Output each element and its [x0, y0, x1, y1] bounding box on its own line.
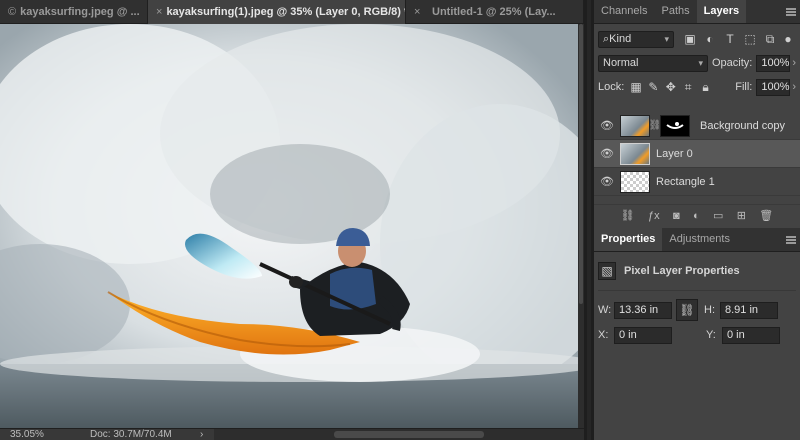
layer-name: Rectangle 1 — [656, 175, 715, 188]
chevron-down-icon: ▾ — [664, 33, 669, 44]
layer-filter-kind[interactable]: ⌕Kind ▾ — [598, 30, 674, 48]
layer-mask-thumbnail[interactable] — [660, 114, 690, 137]
filter-smart-object-icon[interactable]: ⧉ — [762, 31, 778, 47]
chevron-down-icon: ▾ — [698, 57, 703, 68]
position-row: X: 0 in Y: 0 in — [594, 323, 800, 347]
tab-layers[interactable]: Layers — [696, 0, 747, 23]
right-panel-dock: Channels Paths Layers ⌕Kind ▾ ▣ ◐ T ⬚ ⧉ … — [594, 0, 800, 440]
doc-tab-kayaksurfing[interactable]: © kayaksurfing.jpeg @ ... — [0, 0, 148, 24]
layer-row-rectangle-1[interactable]: 👁︎ Rectangle 1 — [594, 168, 800, 196]
copyright-icon: © — [8, 6, 17, 18]
width-field[interactable]: 13.36 in — [614, 301, 672, 319]
opacity-chevron-icon[interactable]: › — [792, 57, 796, 69]
new-layer-icon[interactable]: ⊞ — [737, 209, 746, 222]
fill-field[interactable]: 100% — [756, 78, 791, 96]
layers-list: 👁︎ ⛓ Background copy 👁︎ Layer 0 👁︎ Recta… — [594, 112, 800, 196]
mask-shape — [666, 121, 684, 129]
panel-menu-icon[interactable] — [786, 236, 796, 244]
add-mask-icon[interactable]: ◙ — [673, 210, 680, 222]
document-tab-bar: © kayaksurfing.jpeg @ ... × kayaksurfing… — [0, 0, 584, 24]
filter-pixel-icon[interactable]: ▣ — [682, 31, 698, 47]
panel-divider[interactable] — [584, 0, 594, 440]
size-row: W: 13.36 in ⛓ H: 8.91 in — [594, 297, 800, 323]
trash-icon[interactable]: 🗑︎ — [759, 209, 773, 222]
lock-position-icon[interactable]: ✥ — [663, 79, 678, 95]
tab-adjustments[interactable]: Adjustments — [662, 227, 737, 251]
visibility-eye-icon[interactable]: 👁︎ — [594, 119, 620, 132]
fill-label: Fill: — [735, 81, 753, 93]
close-icon[interactable]: × — [414, 6, 428, 18]
lock-all-icon[interactable]: 🔒︎ — [698, 79, 713, 95]
lock-transparent-icon[interactable]: ▦ — [628, 79, 643, 95]
filter-type-icon[interactable]: T — [722, 31, 738, 47]
x-label: X: — [598, 329, 609, 341]
visibility-eye-icon[interactable]: 👁︎ — [594, 147, 620, 160]
link-proportions-icon[interactable]: ⛓ — [676, 299, 698, 321]
filter-shape-icon[interactable]: ⬚ — [742, 31, 758, 47]
y-label: Y: — [706, 329, 716, 341]
lock-row: Lock: ▦ ✎ ✥ ⌗ 🔒︎ Fill: 100% › — [594, 74, 800, 100]
new-group-icon[interactable]: ▭ — [713, 209, 723, 222]
pixel-layer-icon: ▧ — [598, 262, 616, 280]
opacity-label: Opacity: — [711, 57, 753, 69]
zoom-level[interactable]: 35.05% — [0, 429, 60, 440]
doc-tab-label: Untitled-1 @ 25% (Lay... — [432, 6, 556, 18]
blend-mode-value: Normal — [603, 57, 639, 69]
photoshop-window: © kayaksurfing.jpeg @ ... × kayaksurfing… — [0, 0, 800, 440]
doc-tab-label: kayaksurfing(1).jpeg @ 35% (Layer 0, RGB… — [166, 6, 406, 18]
blend-opacity-row: Normal ▾ Opacity: 100% › — [594, 52, 800, 74]
doc-tab-label: kayaksurfing.jpeg @ ... — [20, 6, 140, 18]
layer-thumbnail — [620, 114, 650, 137]
layer-row-background-copy[interactable]: 👁︎ ⛓ Background copy — [594, 112, 800, 140]
panel-menu-icon[interactable] — [786, 8, 796, 16]
lock-label: Lock: — [598, 81, 625, 93]
x-field[interactable]: 0 in — [614, 326, 672, 344]
properties-title: Pixel Layer Properties — [624, 265, 740, 277]
layer-name: Background copy — [700, 119, 785, 132]
status-menu-arrow-icon[interactable]: › — [200, 429, 214, 440]
adjustment-layer-icon[interactable]: ◐ — [693, 210, 700, 222]
scroll-thumb[interactable] — [579, 24, 583, 304]
divider-grip[interactable] — [587, 0, 591, 440]
layer-thumbnail — [620, 170, 650, 193]
lock-image-icon[interactable]: ✎ — [646, 79, 661, 95]
divider — [598, 290, 796, 291]
properties-title-row: ▧ Pixel Layer Properties — [594, 256, 800, 286]
visibility-eye-icon[interactable]: 👁︎ — [594, 175, 620, 188]
tab-paths[interactable]: Paths — [654, 0, 696, 23]
height-label: H: — [704, 304, 715, 316]
lock-artboard-icon[interactable]: ⌗ — [680, 79, 695, 95]
filter-kind-label: Kind — [609, 32, 632, 45]
layers-panel-tabs: Channels Paths Layers — [594, 0, 800, 24]
opacity-field[interactable]: 100% — [756, 54, 791, 72]
document-canvas[interactable] — [0, 24, 584, 428]
fill-chevron-icon[interactable]: › — [792, 81, 796, 93]
filter-toggle-icon[interactable]: ● — [780, 31, 796, 47]
y-field[interactable]: 0 in — [722, 326, 780, 344]
tab-channels[interactable]: Channels — [594, 0, 654, 23]
tab-properties[interactable]: Properties — [594, 227, 663, 251]
layer-tools-bar: ⛓ ƒx ◙ ◐ ▭ ⊞ 🗑︎ — [594, 204, 800, 226]
scroll-thumb[interactable] — [334, 430, 484, 438]
filter-adjustment-icon[interactable]: ◐ — [702, 31, 718, 47]
layer-row-layer-0[interactable]: 👁︎ Layer 0 — [594, 140, 800, 168]
doc-size-info: Doc: 30.7M/70.4M — [90, 429, 172, 440]
layer-filter-row: ⌕Kind ▾ ▣ ◐ T ⬚ ⧉ ● — [594, 26, 800, 52]
layer-name: Layer 0 — [656, 147, 693, 160]
link-layers-icon[interactable]: ⛓ — [621, 209, 635, 222]
canvas-horizontal-scrollbar[interactable] — [214, 428, 584, 440]
status-bar: 35.05% Doc: 30.7M/70.4M › — [0, 428, 584, 440]
mask-link-icon[interactable]: ⛓ — [649, 118, 662, 134]
doc-tab-untitled-1[interactable]: × Untitled-1 @ 25% (Lay... — [406, 0, 584, 24]
height-field[interactable]: 8.91 in — [720, 301, 778, 319]
fx-icon[interactable]: ƒx — [648, 210, 660, 222]
doc-tab-kayaksurfing-1[interactable]: × kayaksurfing(1).jpeg @ 35% (Layer 0, R… — [148, 0, 406, 24]
blend-mode-select[interactable]: Normal ▾ — [598, 54, 708, 72]
close-icon[interactable]: × — [156, 6, 162, 18]
width-label: W: — [598, 304, 612, 316]
kayak-surfing-photo — [0, 24, 584, 428]
properties-panel-tabs: Properties Adjustments — [594, 227, 800, 252]
layer-thumbnail — [620, 142, 650, 165]
properties-panel: Properties Adjustments ▧ Pixel Layer Pro… — [594, 227, 800, 440]
